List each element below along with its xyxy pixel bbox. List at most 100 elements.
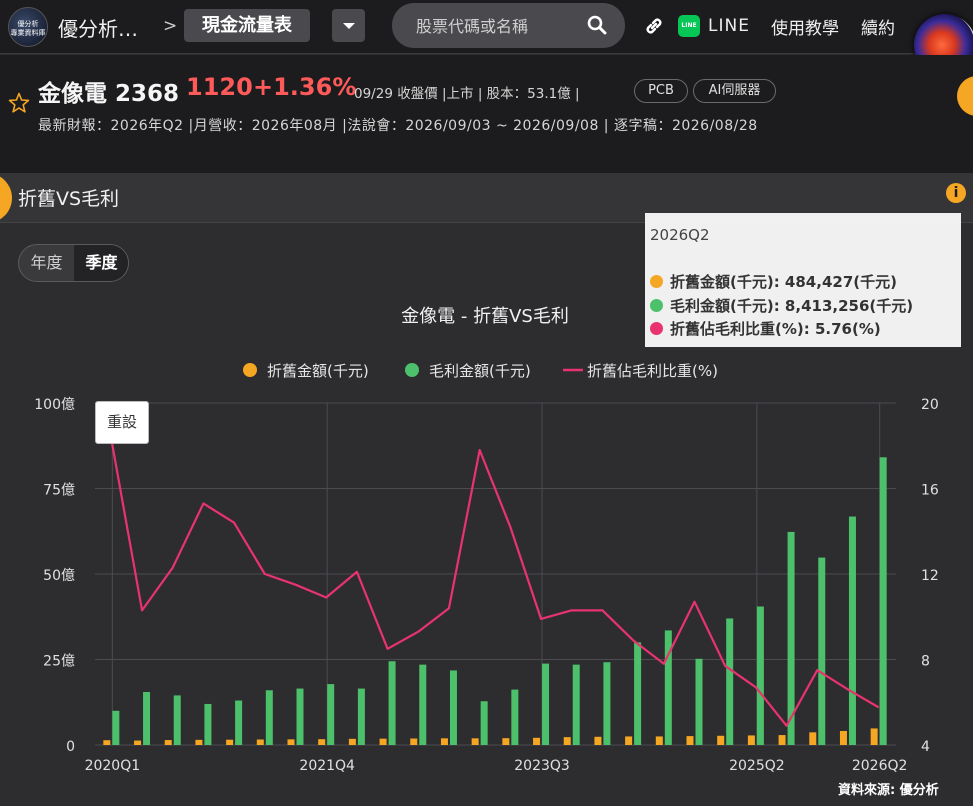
stock-price: 1120 [186,73,253,101]
bar-gross-profit [542,663,550,745]
bar-depreciation [195,739,203,745]
star-icon[interactable] [8,92,30,114]
stock-header: 金像電 2368 1120 +1.36% 09/29 收盤價 |上市 | 股本：… [0,55,973,173]
bar-gross-profit [879,457,887,745]
tag-pcb[interactable]: PCB [634,79,688,103]
tooltip-dot-ratio [650,322,663,335]
bar-depreciation [103,740,111,745]
brand-name[interactable]: 優分析… [58,13,138,42]
y-tick-label-left: 25億 [43,654,75,670]
x-tick-label: 2023Q3 [514,758,570,774]
nav-tutorial[interactable]: 使用教學 [771,14,839,39]
bar-depreciation [533,737,541,745]
bar-depreciation [655,736,663,745]
y-tick-label-right: 20 [921,397,939,413]
stock-change: +1.36% [253,73,357,101]
logo-text: 優分析 專業資料庫 [10,20,46,37]
bar-gross-profit [848,516,856,745]
bar-depreciation [256,739,264,745]
bar-gross-profit [327,684,335,745]
bar-gross-profit [756,606,764,745]
tooltip-dot-gross-profit [650,299,663,312]
bar-depreciation [348,738,356,745]
link-icon[interactable] [643,15,665,37]
y-tick-label-left: 50億 [43,568,75,584]
bar-depreciation [870,728,878,745]
bar-depreciation [778,735,786,745]
bar-gross-profit [818,557,826,745]
panel-side-tab[interactable] [0,173,12,223]
bar-depreciation [809,732,817,745]
bar-depreciation [502,738,510,745]
legend-label: 折舊佔毛利比重(%) [587,362,718,380]
bar-depreciation [287,739,295,745]
side-tab-button[interactable] [957,76,973,116]
tooltip-dot-depreciation [650,275,663,288]
y-tick-label-left: 0 [66,739,75,755]
bar-gross-profit [634,642,642,745]
page-selector-button[interactable]: 現金流量表 [184,9,310,42]
y-tick-label-left: 75億 [43,483,75,499]
bar-depreciation [625,736,633,745]
bar-depreciation [379,738,387,745]
line-app-icon[interactable]: LINE [678,15,700,37]
bar-depreciation [440,738,448,745]
bar-gross-profit [511,689,519,745]
legend-marker [405,363,419,377]
chevron-down-icon[interactable] [332,9,365,42]
tag-ai-server[interactable]: AI伺服器 [693,79,776,103]
bar-gross-profit [480,701,488,745]
reset-zoom-button[interactable]: 重設 [95,401,149,444]
tooltip-row-text: 折舊佔毛利比重(%): 5.76(%) [670,320,881,338]
bar-depreciation [686,736,694,745]
bar-depreciation [839,730,847,745]
tooltip-row-text: 折舊金額(千元): 484,427(千元) [670,273,897,291]
bar-gross-profit [449,670,457,745]
bar-gross-profit [419,664,427,745]
tooltip-row-depreciation: 折舊金額(千元): 484,427(千元) [650,271,897,292]
x-tick-label: 2025Q2 [729,758,785,774]
info-icon[interactable]: i [946,183,966,203]
data-source: 資料來源: 優分析 [838,783,939,798]
stock-name: 金像電 2368 [38,81,180,107]
line-link[interactable]: LINE [708,16,750,36]
y-tick-label-right: 16 [921,483,939,499]
bar-gross-profit [726,618,734,745]
search-box [392,3,625,48]
bar-depreciation [563,737,571,745]
bar-gross-profit [143,691,151,745]
bar-gross-profit [572,664,580,745]
bar-depreciation [747,735,755,745]
y-tick-label-right: 12 [921,568,939,584]
bar-gross-profit [173,695,181,745]
bar-depreciation [226,739,234,745]
bar-gross-profit [204,703,212,745]
bar-gross-profit [265,690,273,745]
breadcrumb-separator: > [163,16,178,36]
bar-gross-profit [357,688,365,745]
bar-depreciation [594,736,602,745]
stock-info-line: 最新財報：2026年Q2 |月營收：2026年08月 |法說會：2026/09/… [38,118,758,134]
y-tick-label-right: 8 [921,654,930,670]
tooltip-row-text: 毛利金額(千元): 8,413,256(千元) [670,297,914,315]
bar-gross-profit [112,710,120,745]
bar-gross-profit [235,700,243,745]
bar-depreciation [717,735,725,745]
bar-gross-profit [296,688,304,745]
nav-renew[interactable]: 續約 [861,14,895,39]
chart-title: 金像電 - 折舊VS毛利 [401,306,569,327]
tooltip-row-gross-profit: 毛利金額(千元): 8,413,256(千元) [650,295,913,316]
bar-depreciation [410,738,418,745]
bar-gross-profit [603,662,611,745]
bar-depreciation [318,739,326,745]
bar-depreciation [134,740,142,745]
logo-icon[interactable]: 優分析 專業資料庫 [8,7,48,47]
search-input[interactable] [416,14,576,38]
legend-label: 毛利金額(千元) [429,362,531,380]
tooltip-title: 2026Q2 [650,226,710,244]
bar-depreciation [471,738,479,745]
bar-gross-profit [695,658,703,745]
search-icon[interactable] [587,15,607,35]
chart-tooltip: 2026Q2 折舊金額(千元): 484,427(千元) 毛利金額(千元): 8… [645,213,961,347]
panel-title: 折舊VS毛利 [18,188,120,210]
